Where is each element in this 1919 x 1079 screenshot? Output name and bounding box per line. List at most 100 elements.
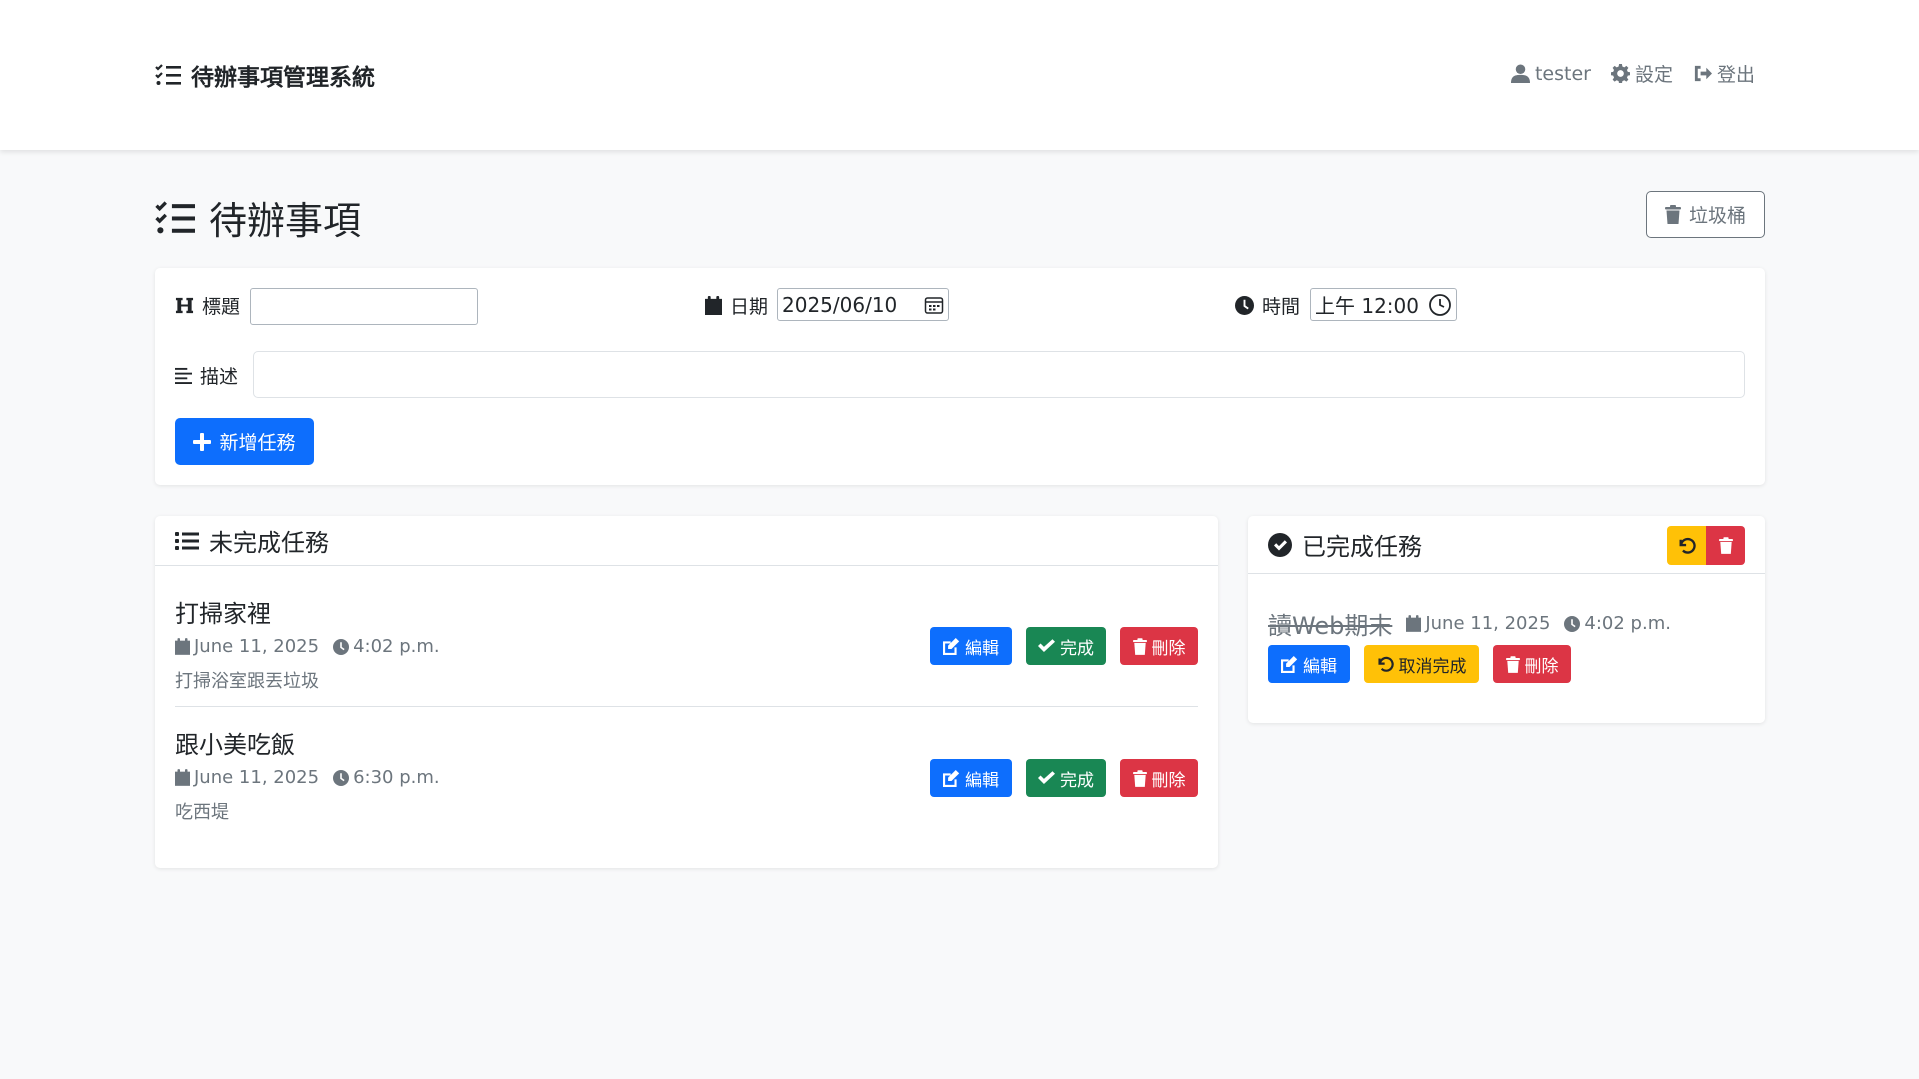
delete-label: 刪除 [1524, 656, 1559, 677]
desc-input[interactable] [253, 351, 1745, 398]
delete-all-button[interactable] [1706, 526, 1745, 565]
task-date-text: June 11, 2025 [194, 767, 320, 788]
edit-button[interactable]: 編輯 [930, 759, 1012, 797]
user-link[interactable]: tester [1510, 62, 1591, 85]
task-time: 4:02 p.m. [333, 636, 440, 657]
task-description: 吃西堤 [175, 802, 229, 823]
delete-button[interactable]: 刪除 [1120, 627, 1198, 665]
align-left-icon [175, 367, 192, 384]
calendar-picker-icon[interactable] [924, 295, 944, 315]
user-icon [1510, 64, 1530, 83]
delete-label: 刪除 [1151, 770, 1186, 791]
task-actions: 編輯 完成 刪除 [930, 627, 1198, 665]
task-time: 4:02 p.m. [1564, 613, 1671, 634]
pending-header-text: 未完成任務 [209, 529, 329, 557]
check-icon [1038, 639, 1055, 652]
task-divider [175, 706, 1198, 707]
trash-icon [1132, 769, 1147, 787]
heading-icon [175, 297, 194, 314]
check-circle-icon [1268, 532, 1292, 557]
brand[interactable]: 待辦事項管理系統 [155, 58, 375, 92]
clock-icon [1235, 296, 1254, 315]
task-actions: 編輯 完成 刪除 [930, 759, 1198, 797]
delete-label: 刪除 [1151, 638, 1186, 659]
edit-button[interactable]: 編輯 [930, 627, 1012, 665]
page-title-text: 待辦事項 [209, 199, 362, 243]
edit-icon [943, 637, 960, 655]
clock-icon [333, 638, 350, 655]
complete-label: 完成 [1060, 638, 1094, 659]
completed-header-text: 已完成任務 [1302, 533, 1422, 561]
undo-icon [1377, 656, 1394, 672]
calendar-icon [705, 296, 722, 315]
task-title: 跟小美吃飯 [175, 731, 295, 759]
delete-button[interactable]: 刪除 [1120, 759, 1198, 797]
task-title: 讀Web期末 [1268, 612, 1393, 640]
date-input[interactable]: 2025/06/10 [777, 288, 949, 321]
task-description: 打掃浴室跟丟垃圾 [175, 671, 319, 692]
calendar-icon [175, 769, 190, 786]
task-date: June 11, 2025 [1406, 613, 1550, 634]
title-label: 標題 [175, 292, 240, 319]
time-input[interactable]: 上午 12:00 [1310, 288, 1457, 321]
complete-button[interactable]: 完成 [1026, 627, 1106, 665]
sign-out-icon [1694, 65, 1712, 82]
checklist-icon [155, 64, 181, 85]
checklist-icon [155, 200, 195, 233]
task-time-text: 4:02 p.m. [353, 636, 440, 657]
settings-label: 設定 [1634, 64, 1673, 86]
task-actions: 編輯 取消完成 刪除 [1268, 645, 1571, 683]
user-name: tester [1534, 62, 1591, 85]
completed-task-item: 讀Web期末 June 11, 2025 4:02 p.m. [1268, 606, 1671, 641]
clock-icon [1564, 615, 1581, 632]
task-meta: June 11, 2025 4:02 p.m. [1406, 613, 1671, 634]
trash-icon [1505, 655, 1520, 673]
plus-icon [193, 432, 212, 451]
time-label: 時間 [1235, 292, 1300, 319]
task-date: June 11, 2025 [175, 636, 319, 657]
logout-label: 登出 [1716, 64, 1755, 86]
date-value: 2025/06/10 [782, 292, 898, 317]
task-time-text: 6:30 p.m. [353, 767, 440, 788]
title-input[interactable] [250, 288, 478, 325]
edit-icon [943, 769, 960, 787]
add-task-label: 新增任務 [219, 432, 296, 454]
calendar-icon [1406, 615, 1422, 632]
desc-label: 描述 [175, 362, 238, 389]
pending-header: 未完成任務 [155, 516, 1218, 566]
task-time: 6:30 p.m. [333, 767, 440, 788]
logout-link[interactable]: 登出 [1693, 60, 1755, 87]
delete-button[interactable]: 刪除 [1493, 645, 1571, 683]
time-label-text: 時間 [1262, 296, 1301, 318]
brand-text: 待辦事項管理系統 [191, 65, 375, 91]
completed-bulk-actions [1667, 526, 1745, 565]
trash-icon [1718, 537, 1733, 554]
add-task-form: 標題 日期 2025/06/10 時間 上午 12:00 描述 新增任務 [155, 268, 1765, 485]
list-icon [175, 531, 199, 550]
desc-label-text: 描述 [200, 366, 239, 388]
completed-tasks-card: 已完成任務 讀Web期末 June 11, 2025 4:02 p.m. 編輯 … [1248, 516, 1765, 723]
navbar: 待辦事項管理系統 tester 設定 登出 [0, 0, 1919, 150]
trash-label: 垃圾桶 [1688, 205, 1746, 227]
undo-complete-label: 取消完成 [1398, 656, 1467, 677]
date-label-text: 日期 [730, 296, 769, 318]
add-task-button[interactable]: 新增任務 [175, 418, 314, 465]
task-title: 打掃家裡 [175, 600, 271, 628]
title-label-text: 標題 [202, 296, 241, 318]
edit-label: 編輯 [1303, 656, 1337, 677]
date-label: 日期 [705, 292, 768, 319]
undo-all-button[interactable] [1667, 526, 1706, 565]
complete-button[interactable]: 完成 [1026, 759, 1106, 797]
undo-complete-button[interactable]: 取消完成 [1364, 645, 1479, 683]
calendar-icon [175, 638, 190, 655]
check-icon [1038, 771, 1055, 784]
time-value: 上午 12:00 [1315, 294, 1419, 318]
page-title: 待辦事項 [155, 190, 361, 245]
settings-link[interactable]: 設定 [1610, 60, 1673, 87]
trash-button[interactable]: 垃圾桶 [1646, 191, 1765, 238]
edit-button[interactable]: 編輯 [1268, 645, 1350, 683]
clock-icon [333, 769, 350, 786]
edit-icon [1281, 655, 1298, 673]
undo-icon [1679, 537, 1696, 554]
clock-picker-icon[interactable] [1428, 293, 1452, 317]
